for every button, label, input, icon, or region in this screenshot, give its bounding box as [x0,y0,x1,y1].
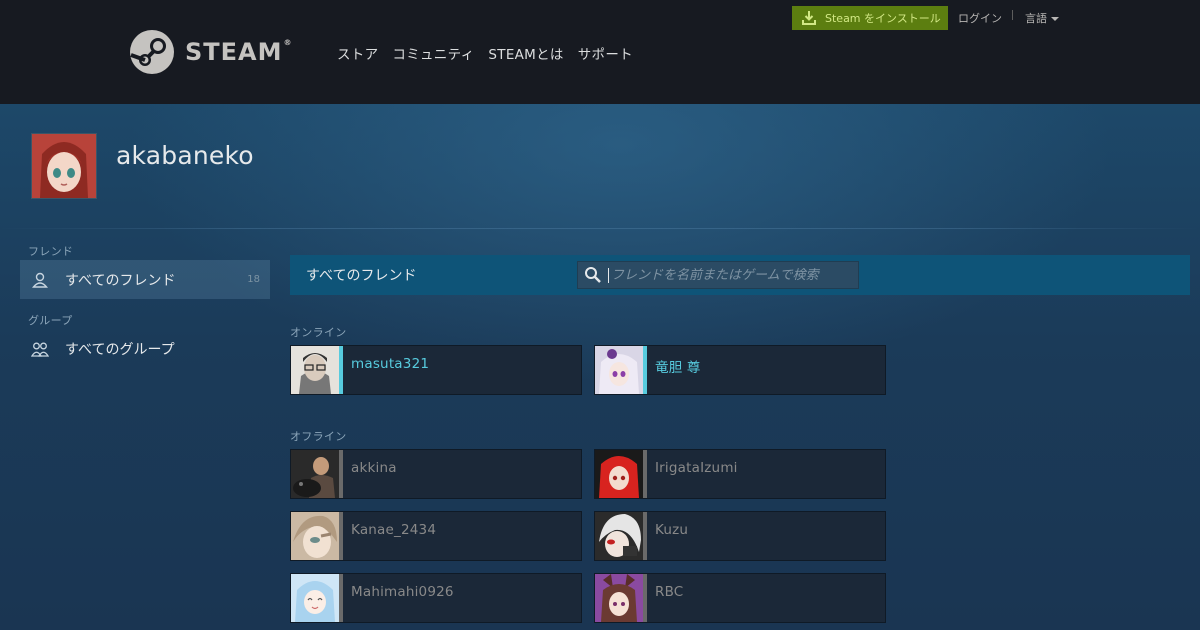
offline-heading: オフライン [290,430,347,443]
friend-avatar [595,512,643,560]
friend-card[interactable]: masuta321 [290,345,582,395]
friend-name: akkina [351,460,397,476]
header-divider [1012,10,1013,20]
status-bar [339,346,343,394]
steam-logo-icon [130,30,174,74]
sidebar-item-label: すべてのグループ [65,341,175,358]
friend-name: Kuzu [655,522,689,538]
nav-community[interactable]: コミュニティ [392,43,474,63]
main-nav: ストア コミュニティ STEAMとは サポート [337,43,633,63]
sidebar-item-all-friends[interactable]: すべてのフレンド 18 [20,260,270,299]
profile-avatar[interactable] [31,133,97,199]
nav-store[interactable]: ストア [337,43,378,63]
friend-card[interactable]: Mahimahi0926 [290,573,582,623]
status-bar [643,574,647,622]
friend-name: 竜胆 尊 [655,360,701,376]
friend-avatar [595,450,643,498]
profile-divider [0,228,1200,229]
sidebar-heading-friends: フレンド [28,245,74,258]
friend-card[interactable]: Kuzu [594,511,886,561]
language-label: 言語 [1025,12,1047,25]
person-icon [31,271,49,289]
status-bar [643,346,647,394]
friend-card[interactable]: akkina [290,449,582,499]
friend-name: Mahimahi0926 [351,584,454,600]
sidebar-heading-groups: グループ [28,314,73,327]
friend-avatar [291,450,339,498]
login-link[interactable]: ログイン [958,10,1002,26]
friends-title: すべてのフレンド [306,268,417,284]
nav-support[interactable]: サポート [578,43,633,63]
friend-card[interactable]: Kanae_2434 [290,511,582,561]
friend-avatar [291,512,339,560]
status-bar [339,574,343,622]
steam-logo[interactable]: STEAM® [129,29,293,75]
global-header: STEAM® ストア コミュニティ STEAMとは サポート Steam をイン… [0,0,1200,104]
friend-avatar [595,574,643,622]
nav-about[interactable]: STEAMとは [488,43,563,63]
friend-card[interactable]: 竜胆 尊 [594,345,886,395]
friends-count: 18 [247,274,260,285]
profile-name: akabaneko [116,141,254,170]
friend-name: Kanae_2434 [351,522,437,538]
search-icon [578,266,608,284]
friend-name: masuta321 [351,356,430,372]
status-bar [339,450,343,498]
friend-avatar [291,346,339,394]
status-bar [339,512,343,560]
status-bar [643,450,647,498]
download-icon [802,11,816,25]
sidebar-item-label: すべてのフレンド [65,272,176,289]
friend-avatar [595,346,643,394]
friends-header: すべてのフレンド [290,255,1190,295]
friend-avatar [291,574,339,622]
chevron-down-icon [1051,17,1059,21]
search-input[interactable] [608,267,851,283]
sidebar-item-all-groups[interactable]: すべてのグループ [20,329,270,368]
install-steam-button[interactable]: Steam をインストール [792,6,948,30]
status-bar [643,512,647,560]
friend-search-box[interactable] [577,261,859,289]
group-icon [31,340,49,358]
install-label: Steam をインストール [825,12,941,25]
steam-logo-word: STEAM® [185,38,293,66]
friend-card[interactable]: IrigataIzumi [594,449,886,499]
language-dropdown[interactable]: 言語 [1025,10,1059,26]
online-heading: オンライン [290,326,347,339]
friend-name: IrigataIzumi [655,460,738,476]
friend-name: RBC [655,584,684,600]
friend-card[interactable]: RBC [594,573,886,623]
